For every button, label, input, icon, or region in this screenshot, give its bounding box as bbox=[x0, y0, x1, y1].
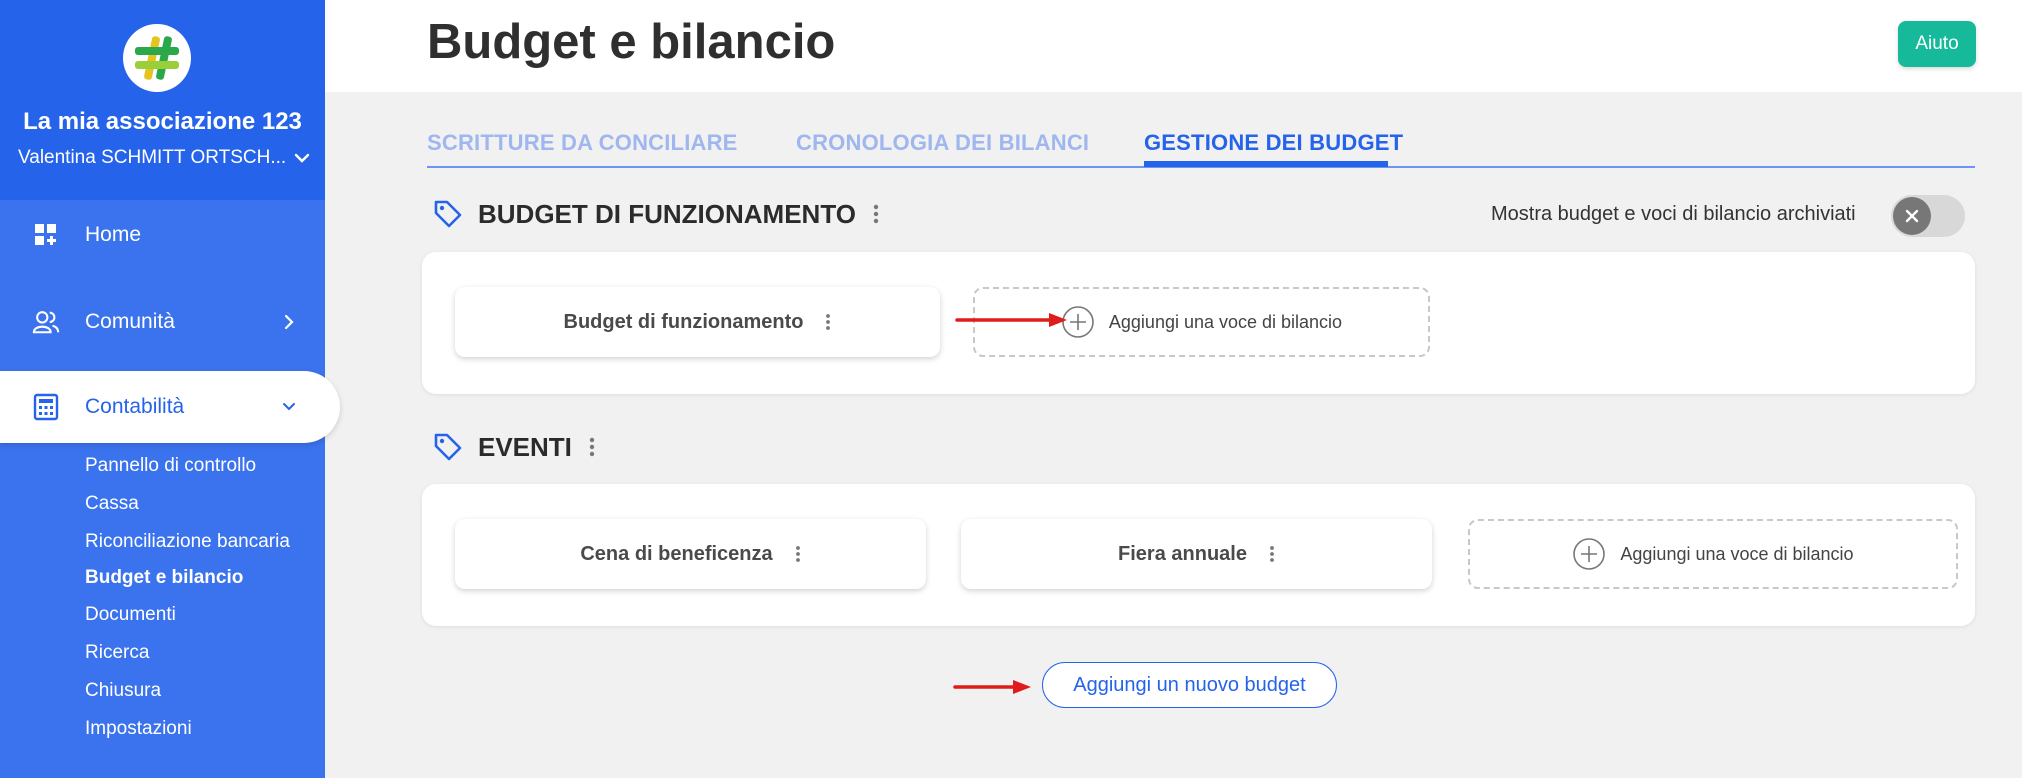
budget-card[interactable]: Cena di beneficenza bbox=[455, 519, 926, 589]
annotation-arrow-icon bbox=[955, 313, 1067, 327]
section-header-funzionamento: BUDGET DI FUNZIONAMENTO bbox=[432, 198, 880, 230]
add-item-label: Aggiungi una voce di bilancio bbox=[1620, 543, 1854, 564]
toggle-knob bbox=[1893, 197, 1931, 235]
users-icon bbox=[32, 308, 60, 336]
budget-card[interactable]: Fiera annuale bbox=[961, 519, 1432, 589]
budget-card-label: Cena di beneficenza bbox=[580, 542, 773, 565]
close-icon bbox=[1905, 209, 1919, 223]
page-title: Budget e bilancio bbox=[427, 15, 836, 69]
sub-item-documenti[interactable]: Documenti bbox=[85, 604, 176, 626]
archive-toggle-label: Mostra budget e voci di bilancio archivi… bbox=[1491, 203, 1856, 225]
user-name[interactable]: Valentina SCHMITT ORTSCH... bbox=[18, 147, 286, 169]
kebab-menu-icon[interactable] bbox=[795, 545, 801, 563]
sidebar: La mia associazione 123 Valentina SCHMIT… bbox=[0, 0, 340, 778]
budget-card-label: Budget di funzionamento bbox=[563, 310, 804, 333]
chevron-right-icon bbox=[284, 314, 294, 330]
add-new-budget-button[interactable]: Aggiungi un nuovo budget bbox=[1042, 662, 1337, 708]
sub-item-cassa[interactable]: Cassa bbox=[85, 493, 139, 515]
section-title: BUDGET DI FUNZIONAMENTO bbox=[478, 198, 856, 229]
tab-cronologia[interactable]: CRONOLOGIA DEI BILANCI bbox=[796, 130, 1089, 156]
kebab-menu-icon[interactable] bbox=[872, 203, 880, 225]
sidebar-header: La mia associazione 123 Valentina SCHMIT… bbox=[0, 0, 325, 200]
sub-item-chiusura[interactable]: Chiusura bbox=[85, 680, 161, 702]
tag-icon bbox=[434, 200, 462, 228]
logo-icon bbox=[135, 36, 179, 80]
budget-panel-eventi: Cena di beneficenza Fiera annuale Aggiun… bbox=[422, 484, 1975, 626]
nav-label-comunita: Comunità bbox=[85, 310, 175, 333]
help-button[interactable]: Aiuto bbox=[1898, 21, 1976, 67]
active-tab-indicator bbox=[1144, 161, 1388, 167]
page-header: Budget e bilancio Aiuto bbox=[325, 0, 2022, 92]
nav-item-contabilita[interactable]: Contabilità bbox=[0, 371, 340, 443]
tab-scritture[interactable]: SCRITTURE DA CONCILIARE bbox=[427, 130, 738, 156]
dashboard-icon bbox=[32, 221, 60, 249]
budget-card[interactable]: Budget di funzionamento bbox=[455, 287, 940, 357]
nav-label-contabilita: Contabilità bbox=[85, 395, 185, 418]
sub-item-riconciliazione[interactable]: Riconciliazione bancaria bbox=[85, 531, 290, 553]
chevron-down-icon[interactable] bbox=[292, 148, 312, 168]
kebab-menu-icon[interactable] bbox=[1269, 545, 1275, 563]
archive-toggle[interactable] bbox=[1891, 195, 1965, 237]
tag-icon bbox=[434, 433, 462, 461]
kebab-menu-icon[interactable] bbox=[588, 436, 596, 458]
sub-item-ricerca[interactable]: Ricerca bbox=[85, 642, 149, 664]
budget-card-label: Fiera annuale bbox=[1118, 542, 1247, 565]
sub-item-budget[interactable]: Budget e bilancio bbox=[85, 567, 243, 589]
add-item-label: Aggiungi una voce di bilancio bbox=[1108, 311, 1343, 332]
kebab-menu-icon[interactable] bbox=[825, 313, 831, 331]
budget-panel-funzionamento: Budget di funzionamento Aggiungi una voc… bbox=[422, 252, 1975, 394]
nav-item-comunita[interactable]: Comunità bbox=[0, 286, 325, 358]
section-title: EVENTI bbox=[478, 431, 572, 462]
sub-item-pannello[interactable]: Pannello di controllo bbox=[85, 455, 256, 477]
organization-name: La mia associazione 123 bbox=[23, 108, 302, 135]
plus-circle-icon bbox=[1573, 538, 1606, 570]
sub-item-impostazioni[interactable]: Impostazioni bbox=[85, 718, 192, 740]
nav-item-home[interactable]: Home bbox=[0, 199, 325, 271]
tab-gestione-budget[interactable]: GESTIONE DEI BUDGET bbox=[1144, 130, 1403, 156]
add-budget-item-button[interactable]: Aggiungi una voce di bilancio bbox=[1468, 519, 1958, 589]
annotation-arrow-icon bbox=[953, 680, 1031, 694]
nav-label-home: Home bbox=[85, 223, 142, 246]
chevron-down-icon bbox=[283, 403, 295, 411]
section-header-eventi: EVENTI bbox=[432, 431, 596, 463]
association-logo[interactable] bbox=[123, 24, 191, 92]
calculator-icon bbox=[32, 393, 60, 421]
